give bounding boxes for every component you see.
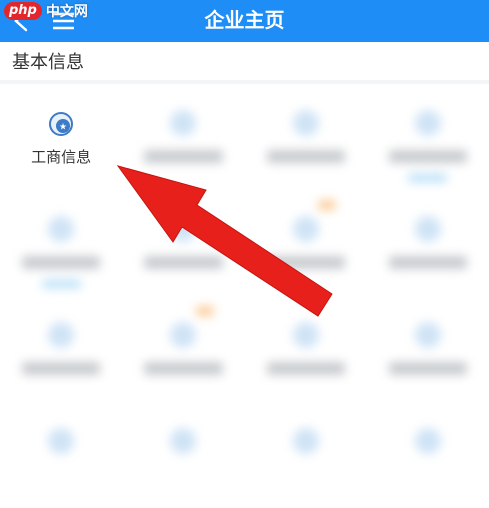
tile-label: 工商信息 <box>31 148 92 166</box>
blurred-icon <box>170 428 197 454</box>
blurred-icon <box>292 428 319 454</box>
tile-blurred[interactable] <box>245 84 367 190</box>
tile-blurred[interactable] <box>122 190 244 296</box>
blurred-icon <box>292 216 319 242</box>
blurred-label <box>266 362 345 375</box>
blurred-label <box>22 362 101 375</box>
tile-blurred[interactable] <box>245 296 367 402</box>
business-info-icon: ★ <box>49 112 74 136</box>
blurred-badge <box>408 174 448 182</box>
blurred-label <box>144 256 223 269</box>
feature-grid: ★ 工商信息 <box>0 84 489 508</box>
blurred-icon <box>414 428 441 454</box>
tile-blurred[interactable] <box>122 296 244 402</box>
blurred-new-badge <box>317 200 336 210</box>
tile-blurred[interactable] <box>367 402 489 508</box>
app-screen: 企业主页 php 中文网 基本信息 ★ 工商信息 <box>0 0 489 508</box>
blurred-label <box>388 362 467 375</box>
section-title: 基本信息 <box>12 52 84 73</box>
blurred-icon <box>414 216 441 242</box>
watermark-text: 中文网 <box>45 4 88 20</box>
blurred-label <box>266 256 345 269</box>
svg-text:★: ★ <box>59 123 67 133</box>
blurred-icon <box>292 110 319 136</box>
tile-blurred[interactable] <box>122 402 244 508</box>
blurred-label <box>266 150 345 163</box>
tile-blurred[interactable] <box>245 402 367 508</box>
tile-blurred[interactable] <box>367 190 489 296</box>
tile-business-info[interactable]: ★ 工商信息 <box>0 84 122 190</box>
tile-blurred[interactable] <box>245 190 367 296</box>
tile-blurred[interactable] <box>0 296 122 402</box>
watermark: php 中文网 <box>0 0 92 22</box>
blurred-icon <box>292 322 319 348</box>
blurred-icon <box>48 216 75 242</box>
tile-blurred[interactable] <box>122 84 244 190</box>
blurred-badge <box>41 280 81 288</box>
blurred-new-badge <box>195 306 214 316</box>
blurred-label <box>22 256 101 269</box>
tile-blurred[interactable] <box>0 402 122 508</box>
blurred-icon <box>170 216 197 242</box>
tile-blurred[interactable] <box>367 296 489 402</box>
blurred-label <box>388 256 467 269</box>
section-header: 基本信息 <box>0 42 489 80</box>
blurred-label <box>144 150 223 163</box>
blurred-icon <box>170 110 197 136</box>
tile-blurred[interactable] <box>0 190 122 296</box>
blurred-label <box>144 362 223 375</box>
blurred-icon <box>414 110 441 136</box>
tile-blurred[interactable] <box>367 84 489 190</box>
blurred-icon <box>48 322 75 348</box>
blurred-icon <box>48 428 75 454</box>
blurred-icon <box>170 322 197 348</box>
blurred-label <box>388 150 467 163</box>
blurred-icon <box>414 322 441 348</box>
top-bar: 企业主页 php 中文网 <box>0 0 489 42</box>
watermark-logo: php <box>4 2 42 20</box>
